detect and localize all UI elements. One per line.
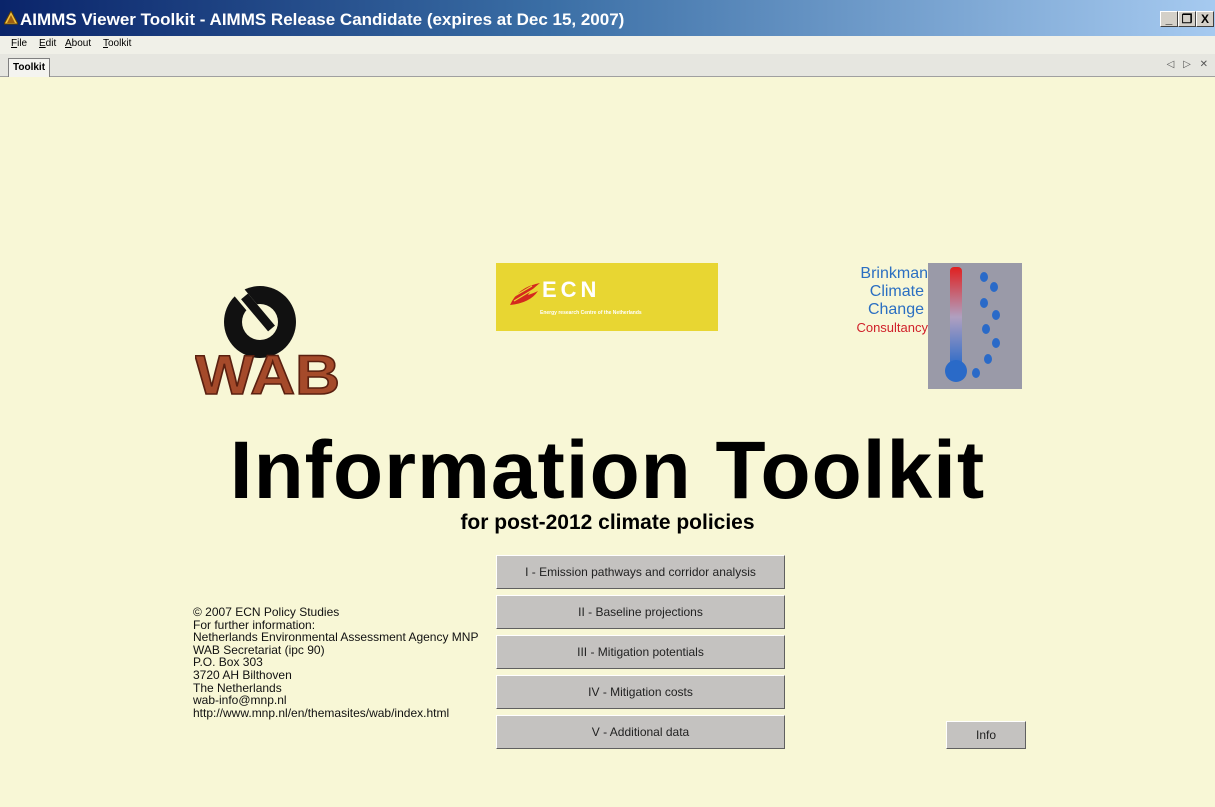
wab-logo-text: WAB [195, 343, 340, 397]
contact-line: Netherlands Environmental Assessment Age… [193, 630, 479, 645]
contact-line: © 2007 ECN Policy Studies [193, 605, 340, 619]
aimms-app-icon [4, 11, 18, 25]
menu-bar: File Edit About Toolkit [0, 36, 1215, 54]
restore-button[interactable]: ❐ [1178, 11, 1196, 27]
ecn-logo-text: ECN [542, 277, 601, 302]
mitigation-costs-button[interactable]: IV - Mitigation costs [496, 675, 785, 709]
menu-edit[interactable]: Edit [39, 38, 56, 49]
contact-url: http://www.mnp.nl/en/themasites/wab/inde… [193, 705, 450, 720]
ecn-flame-icon [510, 283, 540, 305]
brinkman-word-4: Consultancy [856, 320, 928, 335]
contact-line: 3720 AH Bilthoven [193, 667, 292, 682]
window-title: AIMMS Viewer Toolkit - AIMMS Release Can… [20, 10, 625, 29]
ecn-logo-subtitle: Energy research Centre of the Netherland… [540, 310, 642, 316]
mitigation-potentials-button[interactable]: III - Mitigation potentials [496, 635, 785, 669]
emission-pathways-button[interactable]: I - Emission pathways and corridor analy… [496, 555, 785, 589]
menu-about[interactable]: About [65, 38, 91, 49]
menu-toolkit[interactable]: Toolkit [103, 38, 131, 49]
brinkman-word-3: Change [867, 301, 924, 318]
thermometer-icon [945, 267, 1000, 382]
contact-email: wab-info@mnp.nl [193, 693, 287, 708]
baseline-projections-button[interactable]: II - Baseline projections [496, 595, 785, 629]
page-title: Information Toolkit [229, 425, 986, 516]
info-button[interactable]: Info [946, 721, 1026, 749]
menu-file[interactable]: File [11, 38, 27, 49]
close-button[interactable]: X [1196, 11, 1214, 27]
additional-data-button[interactable]: V - Additional data [496, 715, 785, 749]
page-subtitle: for post-2012 climate policies [460, 511, 755, 534]
contact-info: © 2007 ECN Policy Studies For further in… [193, 606, 478, 719]
tab-toolkit[interactable]: Toolkit [8, 58, 51, 77]
page-tab-bar: Toolkit ◁ ▷ ✕ [0, 54, 1215, 77]
brinkman-logo: Brinkman Climate Change Consultancy [840, 263, 1022, 389]
wab-logo: WAB [195, 286, 341, 397]
brinkman-word-1: Brinkman [860, 265, 928, 282]
ecn-logo: ECN Energy research Centre of the Nether… [496, 263, 718, 331]
window-titlebar: AIMMS Viewer Toolkit - AIMMS Release Can… [0, 0, 1215, 36]
brinkman-logo-text: Brinkman Climate Change Consultancy [840, 265, 928, 337]
tab-navigation-controls[interactable]: ◁ ▷ ✕ [1167, 59, 1211, 70]
brinkman-word-2: Climate [869, 283, 924, 300]
minimize-button[interactable]: _ [1160, 11, 1178, 27]
